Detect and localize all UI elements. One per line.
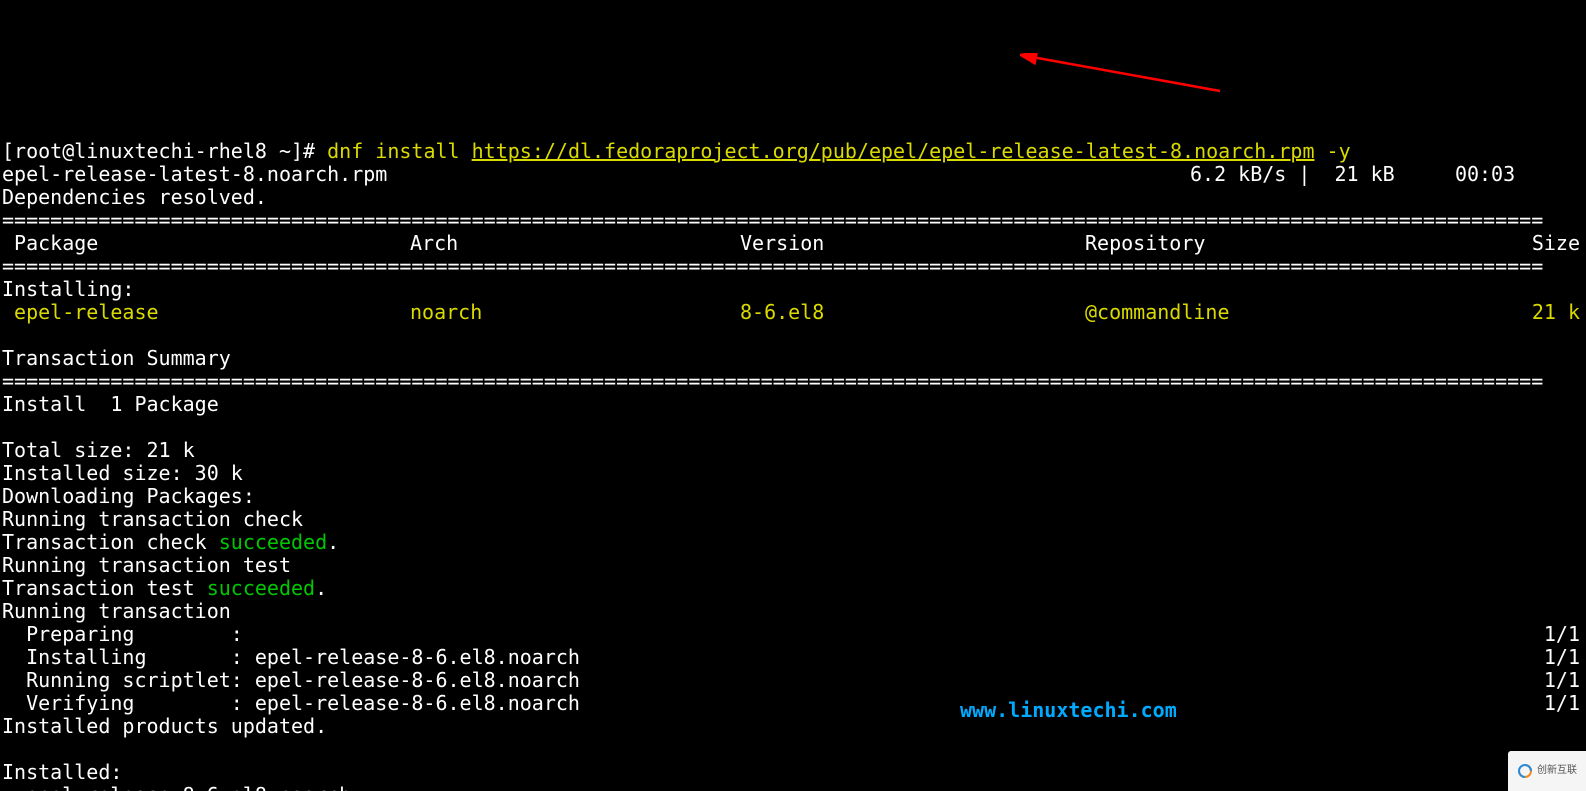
step-scriptlet-count: 1/1 [1544,669,1580,692]
col-size: Size [1532,232,1580,255]
row-repository: @commandline [1085,301,1230,324]
download-file: epel-release-latest-8.noarch.rpm [2,162,387,186]
logo-text: 创新互联 [1537,765,1577,777]
download-speed: 6.2 kB/s [1190,162,1286,186]
total-size: Total size: 21 k [2,438,195,462]
installed-products-updated: Installed products updated. [2,714,327,738]
downloading-packages: Downloading Packages: [2,484,255,508]
row-package: epel-release [2,300,159,324]
col-repository: Repository [1085,232,1205,255]
col-arch: Arch [410,232,458,255]
hr-summary: ========================================… [2,369,1543,393]
download-size: 21 kB [1335,162,1395,186]
running-transaction-check: Running transaction check [2,507,303,531]
transaction-test-status: succeeded [207,576,315,600]
transaction-test-post: . [315,576,327,600]
step-scriptlet: Running scriptlet: epel-release-8-6.el8.… [2,668,580,692]
install-count: Install 1 Package [2,392,219,416]
annotation-arrow-icon [1020,53,1230,103]
transaction-summary: Transaction Summary [2,346,231,370]
installed-size: Installed size: 30 k [2,461,243,485]
watermark-linuxtechi: www.linuxtechi.com [960,699,1177,722]
row-size: 21 k [1532,301,1580,324]
cmd-dnf-prefix: dnf install [327,139,472,163]
step-installing-count: 1/1 [1544,646,1580,669]
step-verifying-count: 1/1 [1544,692,1580,715]
terminal-output[interactable]: [root@linuxtechi-rhel8 ~]# dnf install h… [0,115,1586,791]
download-sep: | [1286,162,1322,186]
step-verifying: Verifying : epel-release-8-6.el8.noarch [2,691,580,715]
step-preparing: Preparing : [2,622,243,646]
installed-label: Installed: [2,760,122,784]
hr-top: ========================================… [2,208,1543,232]
prompt-user-host: [root@linuxtechi-rhel8 ~]# [2,139,327,163]
transaction-check-post: . [327,530,339,554]
step-installing: Installing : epel-release-8-6.el8.noarch [2,645,580,669]
running-transaction: Running transaction [2,599,231,623]
step-preparing-count: 1/1 [1544,623,1580,646]
transaction-check-status: succeeded [219,530,327,554]
dependencies-resolved: Dependencies resolved. [2,185,267,209]
hr-mid: ========================================… [2,254,1543,278]
installing-header: Installing: [2,277,134,301]
cmd-suffix: -y [1314,139,1350,163]
logo-icon [1517,763,1533,779]
col-version: Version [740,232,824,255]
watermark-logo: 创新互联 [1508,751,1586,791]
transaction-test-pre: Transaction test [2,576,207,600]
row-arch: noarch [410,301,482,324]
row-version: 8-6.el8 [740,301,824,324]
download-time: 00:03 [1455,162,1515,186]
installed-pkg: epel-release-8-6.el8.noarch [2,783,351,791]
running-transaction-test: Running transaction test [2,553,291,577]
transaction-check-pre: Transaction check [2,530,219,554]
cmd-url: https://dl.fedoraproject.org/pub/epel/ep… [472,139,1315,163]
col-package: Package [2,231,98,255]
